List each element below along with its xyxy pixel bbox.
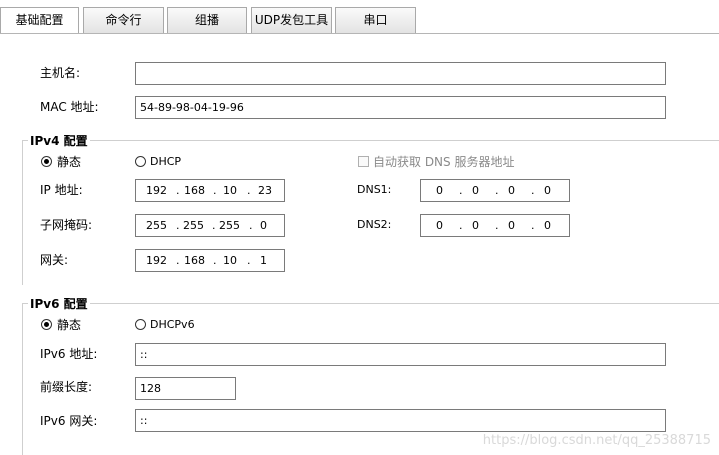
ipv4-ip-input[interactable]: 192 . 168 . 10 . 23 — [135, 179, 285, 202]
ip-octet: 168 — [184, 184, 205, 197]
ip-dot: . — [176, 184, 180, 197]
ip-dot: . — [176, 219, 180, 232]
auto-dns-checkbox[interactable] — [358, 156, 369, 167]
tab-udp-tool[interactable]: UDP发包工具 — [251, 7, 332, 33]
ip-dot: . — [247, 184, 251, 197]
subnet-mask-label: 子网掩码: — [40, 218, 93, 232]
ipv6-dhcp-radio[interactable] — [135, 319, 146, 330]
ipv6-gateway-input[interactable]: :: — [135, 409, 666, 432]
tab-label: 串口 — [363, 13, 388, 27]
ip-octet: 0 — [508, 184, 515, 197]
ip-dot: . — [531, 184, 535, 197]
ipv6-static-label: 静态 — [57, 318, 82, 332]
ipv4-static-radio[interactable] — [41, 156, 52, 167]
ip-octet: 1 — [260, 254, 267, 267]
ipv4-static-label: 静态 — [57, 155, 82, 169]
ip-dot: . — [212, 219, 216, 232]
ip-dot: . — [247, 254, 251, 267]
gateway-input[interactable]: 192 . 168 . 10 . 1 — [135, 249, 285, 272]
ip-octet: 0 — [544, 184, 551, 197]
ip-dot: . — [249, 219, 253, 232]
watermark: https://blog.csdn.net/qq_25388715 — [482, 433, 711, 448]
mac-label: MAC 地址: — [40, 100, 99, 114]
ipv6-static-radio[interactable] — [41, 319, 52, 330]
ipv6-gateway-label: IPv6 网关: — [40, 414, 98, 428]
gateway-label: 网关: — [40, 253, 69, 267]
ip-octet: 255 — [183, 219, 204, 232]
ip-octet: 0 — [508, 219, 515, 232]
ip-octet: 255 — [146, 219, 167, 232]
prefix-length-input[interactable]: 128 — [135, 377, 236, 400]
tab-label: 组播 — [194, 13, 219, 27]
dns2-input[interactable]: 0 . 0 . 0 . 0 — [420, 214, 570, 237]
prefix-length-label: 前缀长度: — [40, 380, 93, 394]
ip-dot: . — [176, 254, 180, 267]
ip-dot: . — [495, 219, 499, 232]
ip-octet: 192 — [146, 254, 167, 267]
ipv6-address-label: IPv6 地址: — [40, 347, 98, 361]
dns1-label: DNS1: — [357, 183, 392, 196]
ipv4-ip-label: IP 地址: — [40, 183, 83, 197]
ip-octet: 10 — [223, 184, 237, 197]
tab-command-line[interactable]: 命令行 — [83, 7, 164, 33]
tab-label: UDP发包工具 — [254, 13, 329, 27]
ip-dot: . — [213, 254, 217, 267]
dns2-label: DNS2: — [357, 218, 392, 231]
ipv6-dhcp-label: DHCPv6 — [150, 318, 195, 331]
ip-octet: 168 — [184, 254, 205, 267]
ip-octet: 0 — [260, 219, 267, 232]
ip-octet: 255 — [219, 219, 240, 232]
ip-dot: . — [213, 184, 217, 197]
subnet-mask-input[interactable]: 255 . 255 . 255 . 0 — [135, 214, 285, 237]
ip-octet: 23 — [258, 184, 272, 197]
auto-dns-label: 自动获取 DNS 服务器地址 — [373, 155, 515, 169]
ip-octet: 0 — [436, 184, 443, 197]
hostname-label: 主机名: — [40, 66, 81, 80]
ip-octet: 0 — [472, 184, 479, 197]
ip-dot: . — [531, 219, 535, 232]
tab-multicast[interactable]: 组播 — [167, 7, 247, 33]
tab-label: 命令行 — [105, 13, 142, 27]
ip-octet: 0 — [544, 219, 551, 232]
ip-dot: . — [459, 184, 463, 197]
ipv6-legend: IPv6 配置 — [28, 297, 90, 311]
dns1-input[interactable]: 0 . 0 . 0 . 0 — [420, 179, 570, 202]
tab-serial-port[interactable]: 串口 — [335, 7, 416, 33]
ipv4-group — [22, 140, 719, 285]
ip-octet: 0 — [472, 219, 479, 232]
ip-dot: . — [459, 219, 463, 232]
tab-label: 基础配置 — [15, 13, 64, 27]
ipv6-address-input[interactable]: :: — [135, 343, 666, 366]
ipv4-dhcp-radio[interactable] — [135, 156, 146, 167]
ip-dot: . — [495, 184, 499, 197]
ip-octet: 192 — [146, 184, 167, 197]
mac-address-input[interactable]: 54-89-98-04-19-96 — [135, 96, 666, 119]
ipv4-dhcp-label: DHCP — [150, 155, 182, 168]
tab-bar: 基础配置 命令行 组播 UDP发包工具 串口 — [0, 0, 719, 34]
ipv4-legend: IPv4 配置 — [28, 134, 90, 148]
hostname-input[interactable] — [135, 62, 666, 85]
ip-octet: 0 — [436, 219, 443, 232]
tab-divider — [0, 33, 719, 34]
tab-basic-config[interactable]: 基础配置 — [0, 7, 79, 34]
ip-octet: 10 — [223, 254, 237, 267]
